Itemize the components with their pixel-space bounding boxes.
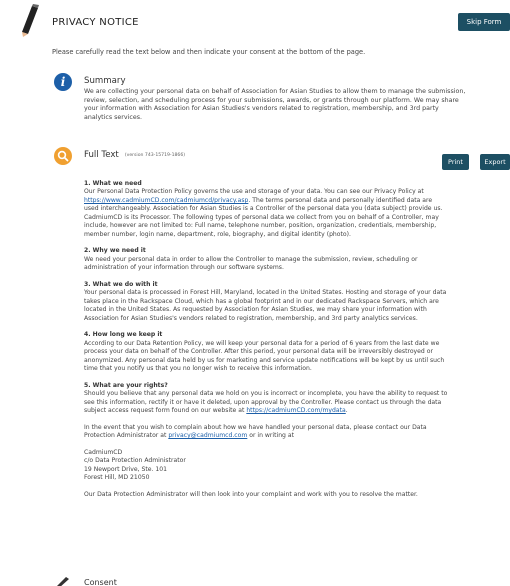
address-line: c/o Data Protection Administrator [84,457,186,465]
skip-form-button[interactable]: Skip Form [458,13,510,31]
page-header: PRIVACY NOTICE Skip Form [0,0,510,44]
info-icon: i [54,73,72,91]
section-heading: 3. What we do with it [84,280,158,288]
signature-pen-icon [57,577,69,586]
summary-title: Summary [84,76,126,86]
section-heading: 5. What are your rights? [84,381,168,389]
consent-title: Consent [84,578,117,586]
version-label: (version 743-15719-1866) [124,153,186,158]
address-line: CadmiumCD [84,448,123,456]
page-title: PRIVACY NOTICE [52,17,139,28]
pen-icon [22,4,39,37]
policy-text: 1. What we need Our Personal Data Protec… [84,180,510,499]
export-button[interactable]: Export [480,154,510,170]
privacy-email-link[interactable]: privacy@cadmiumcd.com [168,432,247,439]
address-line: Forest Hill, MD 21050 [84,474,150,482]
summary-text: We are collecting your personal data on … [84,88,466,122]
full-text-title: Full Text (version 743-15719-1866) [84,150,186,160]
intro-text: Please carefully read the text below and… [52,48,366,56]
search-icon [54,147,72,165]
address-line: 19 Newport Drive, Ste. 101 [84,465,168,473]
section-heading: 4. How long we keep it [84,331,163,339]
section-heading: 2. Why we need it [84,247,146,255]
print-button[interactable]: Print [442,154,469,170]
section-heading: 1. What we need [84,180,142,187]
mydata-link[interactable]: https://cadmiumCD.com/mydata [246,407,345,414]
privacy-policy-link[interactable]: https://www.cadmiumCD.com/cadmiumcd/priv… [84,197,248,204]
